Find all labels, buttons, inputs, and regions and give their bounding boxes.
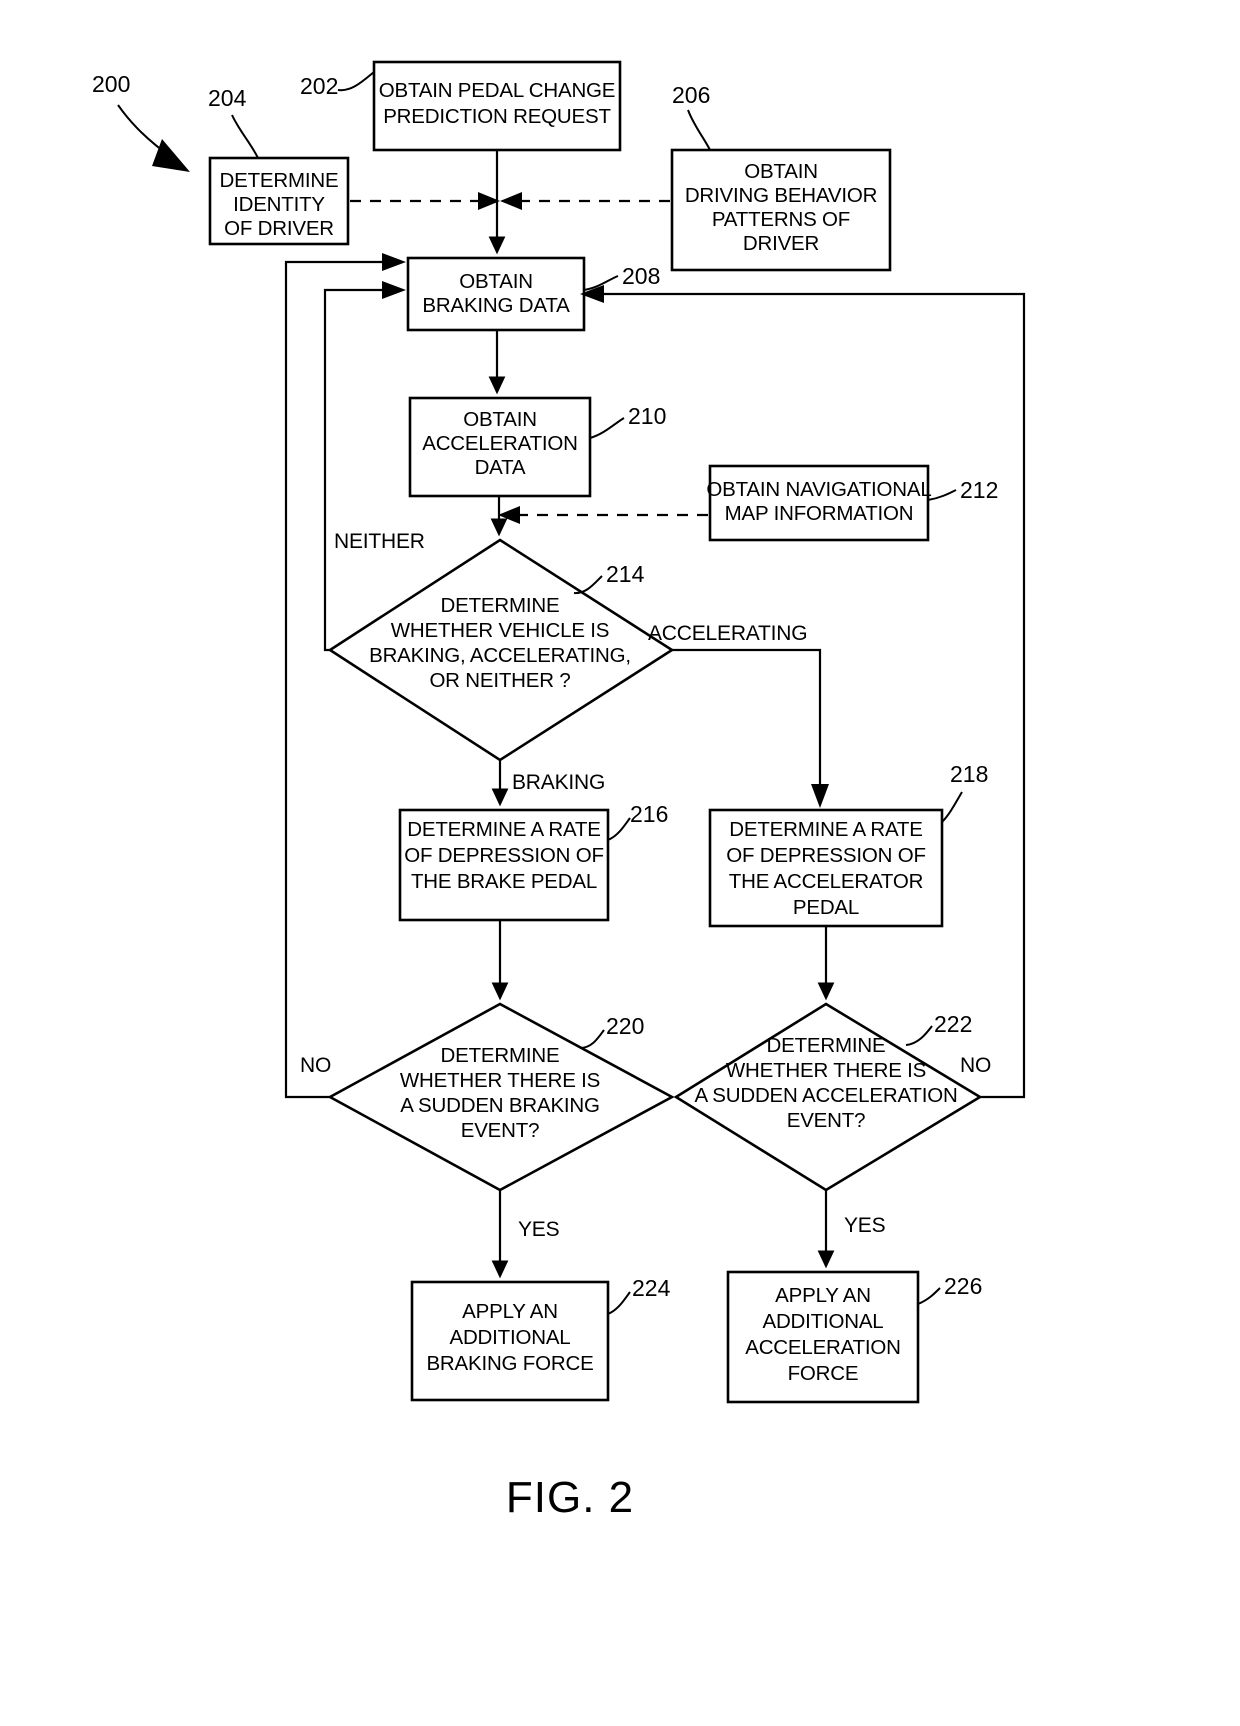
node-202-leader [337, 71, 375, 92]
edge-label-no-left: NO [300, 1054, 331, 1077]
node-208-line-2: BRAKING DATA [422, 294, 570, 317]
node-226-line-4: FORCE [788, 1362, 859, 1385]
node-210-line-3: DATA [475, 456, 526, 479]
edge-label-yes-left: YES [518, 1218, 560, 1241]
node-206-line-3: PATTERNS OF [712, 208, 850, 231]
edge-214-neither-arrowhead [382, 281, 406, 299]
patent-figure: 200 OBTAIN PEDAL CHANGE PREDICTION REQUE… [0, 0, 1240, 1726]
node-208-ref: 208 [622, 263, 660, 289]
edge-220-no-arrowhead [382, 253, 406, 271]
edge-212-arrowhead [498, 506, 520, 524]
node-212-leader [927, 489, 957, 501]
node-218-line-3: THE ACCELERATOR [729, 870, 923, 893]
edge-214-accelerating-arrowhead [811, 784, 829, 808]
node-220-line-3: A SUDDEN BRAKING [400, 1094, 600, 1117]
node-216-line-1: DETERMINE A RATE [407, 818, 600, 841]
node-210-ref: 210 [628, 403, 666, 429]
node-222-ref: 222 [934, 1011, 972, 1037]
node-216-ref: 216 [630, 801, 668, 827]
node-224-ref: 224 [632, 1275, 671, 1301]
node-202-ref: 202 [300, 73, 338, 99]
node-204-ref: 204 [208, 85, 247, 111]
node-226-ref: 226 [944, 1273, 982, 1299]
node-226-line-3: ACCELERATION [745, 1336, 901, 1359]
node-214-line-1: DETERMINE [441, 594, 560, 617]
node-220-leader [579, 1029, 605, 1049]
edge-label-braking: BRAKING [512, 771, 605, 794]
node-206-leader [687, 109, 711, 151]
node-216-line-3: THE BRAKE PEDAL [411, 870, 597, 893]
node-220-line-4: EVENT? [461, 1119, 540, 1142]
node-218-line-1: DETERMINE A RATE [729, 818, 922, 841]
edge-label-neither: NEITHER [334, 530, 425, 553]
flowchart-canvas: 200 OBTAIN PEDAL CHANGE PREDICTION REQUE… [92, 60, 1026, 1522]
node-204-leader [231, 114, 259, 159]
node-206-line-2: DRIVING BEHAVIOR [685, 184, 877, 207]
node-214-line-4: OR NEITHER ? [429, 669, 570, 692]
node-224-line-3: BRAKING FORCE [426, 1352, 593, 1375]
edge-label-accelerating: ACCELERATING [648, 622, 807, 645]
node-216-leader [607, 817, 631, 841]
node-226-leader [917, 1287, 941, 1305]
node-222-line-4: EVENT? [787, 1109, 866, 1132]
node-204-line-3: OF DRIVER [224, 217, 334, 240]
node-214-ref: 214 [606, 561, 645, 587]
node-212-line-1: OBTAIN NAVIGATIONAL [706, 478, 931, 501]
edge-label-yes-right: YES [844, 1214, 886, 1237]
node-212-ref: 212 [960, 477, 998, 503]
edge-214-accelerating [672, 648, 822, 804]
node-224-line-2: ADDITIONAL [449, 1326, 570, 1349]
diagram-ref-200: 200 [92, 71, 130, 97]
edge-206-arrowhead [500, 192, 522, 210]
node-218-line-4: PEDAL [793, 896, 859, 919]
node-220-line-1: DETERMINE [441, 1044, 560, 1067]
node-202-line-1: OBTAIN PEDAL CHANGE [379, 79, 616, 102]
node-226-line-2: ADDITIONAL [762, 1310, 883, 1333]
figure-caption: FIG. 2 [506, 1473, 634, 1522]
node-206-line-1: OBTAIN [744, 160, 818, 183]
edge-214-neither-loop [323, 288, 402, 652]
node-224-leader [607, 1291, 631, 1315]
node-224-line-1: APPLY AN [462, 1300, 558, 1323]
node-204-line-2: IDENTITY [233, 193, 325, 216]
node-222-leader [905, 1025, 933, 1046]
node-204-line-1: DETERMINE [220, 169, 339, 192]
node-212-line-2: MAP INFORMATION [725, 502, 914, 525]
node-214-line-3: BRAKING, ACCELERATING, [369, 644, 631, 667]
diagram-ref-200-arrowhead [152, 139, 190, 172]
node-216-line-2: OF DEPRESSION OF [404, 844, 604, 867]
node-218-ref: 218 [950, 761, 988, 787]
node-218-leader [941, 791, 963, 823]
node-210-line-1: OBTAIN [463, 408, 537, 431]
node-206-ref: 206 [672, 82, 710, 108]
node-208-line-1: OBTAIN [459, 270, 533, 293]
node-206-line-4: DRIVER [743, 232, 819, 255]
node-220-line-2: WHETHER THERE IS [400, 1069, 600, 1092]
node-218-line-2: OF DEPRESSION OF [726, 844, 926, 867]
node-210-line-2: ACCELERATION [422, 432, 578, 455]
node-226-line-1: APPLY AN [775, 1284, 871, 1307]
edge-label-no-right: NO [960, 1054, 991, 1077]
node-202-line-2: PREDICTION REQUEST [383, 105, 611, 128]
node-222-line-2: WHETHER THERE IS [726, 1059, 926, 1082]
node-222-line-1: DETERMINE [767, 1034, 886, 1057]
node-222-line-3: A SUDDEN ACCELERATION [694, 1084, 957, 1107]
node-220-ref: 220 [606, 1013, 644, 1039]
node-214-line-2: WHETHER VEHICLE IS [391, 619, 610, 642]
node-210-leader [589, 417, 625, 439]
